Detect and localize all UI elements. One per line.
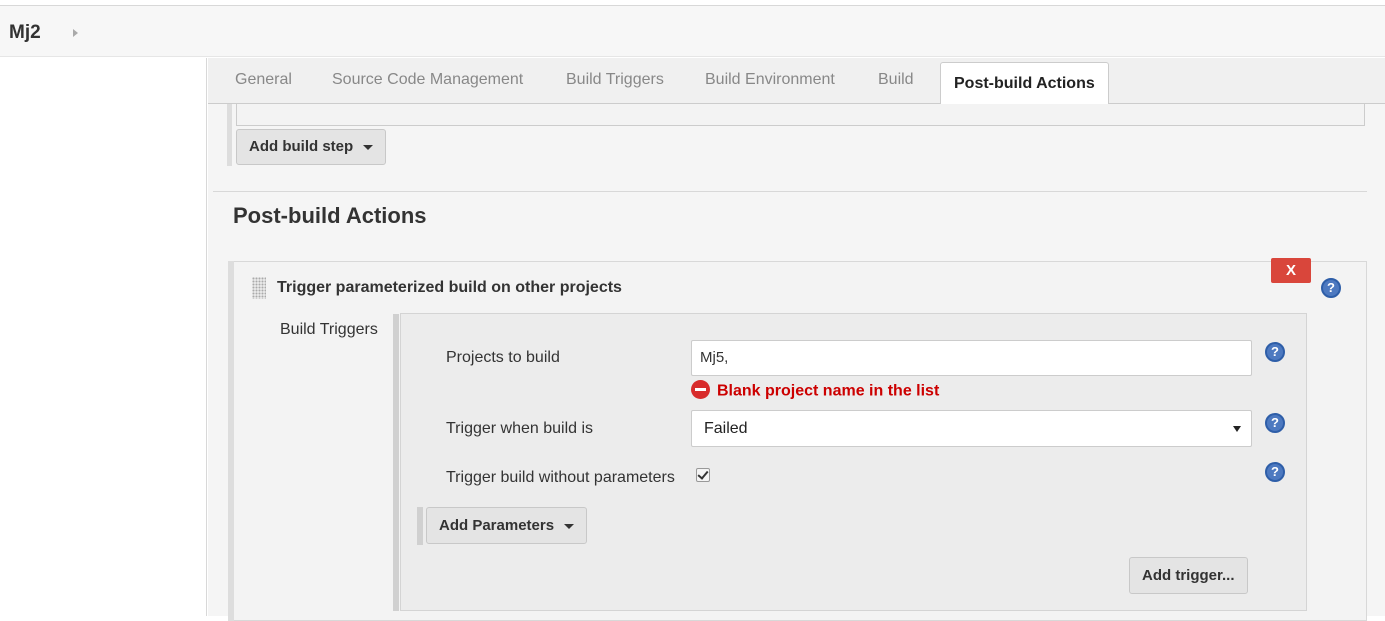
tab-build[interactable]: Build <box>878 71 914 89</box>
tab-build-triggers[interactable]: Build Triggers <box>566 71 664 89</box>
caret-down-icon <box>564 523 575 529</box>
add-build-step-button[interactable]: Add build step <box>236 129 387 165</box>
trigger-without-params-checkbox[interactable] <box>696 468 710 482</box>
build-triggers-label: Build Triggers <box>280 321 378 338</box>
help-icon[interactable]: ? <box>1265 462 1285 482</box>
projects-to-build-input[interactable]: Mj5, <box>691 340 1252 376</box>
help-icon[interactable]: ? <box>1265 413 1285 433</box>
help-icon[interactable]: ? <box>1265 342 1285 362</box>
add-parameters-button[interactable]: Add Parameters <box>426 507 588 544</box>
tab-build-environment[interactable]: Build Environment <box>705 71 835 89</box>
side-panel <box>0 58 207 616</box>
breadcrumb: Mj2 <box>0 6 1385 57</box>
drag-handle-icon[interactable] <box>252 277 266 299</box>
trigger-without-params-label: Trigger build without parameters <box>446 469 675 486</box>
add-trigger-button[interactable]: Add trigger... <box>1129 557 1248 594</box>
post-build-action-title: Trigger parameterized build on other pro… <box>277 279 622 296</box>
error-icon <box>691 380 710 399</box>
trigger-when-label: Trigger when build is <box>446 420 594 437</box>
tab-post-build-actions[interactable]: Post-build Actions <box>940 62 1109 105</box>
config-main: General Source Code Management Build Tri… <box>208 58 1385 621</box>
validation-error: Blank project name in the list <box>691 380 940 401</box>
build-step-container <box>236 104 1365 126</box>
parameters-accent <box>417 507 423 545</box>
caret-down-icon <box>363 144 374 150</box>
config-tabbar: General Source Code Management Build Tri… <box>208 58 1385 105</box>
breadcrumb-job-link[interactable]: Mj2 <box>9 22 41 44</box>
section-title-post-build: Post-build Actions <box>233 203 427 228</box>
error-message: Blank project name in the list <box>717 382 940 400</box>
trigger-when-value: Failed <box>704 420 748 437</box>
tab-source-code-management[interactable]: Source Code Management <box>332 71 523 89</box>
section-divider <box>213 191 1367 192</box>
select-arrow-icon <box>1233 426 1241 432</box>
panel-accent <box>228 261 234 621</box>
tab-general[interactable]: General <box>235 71 292 89</box>
breadcrumb-arrow-icon[interactable] <box>73 29 78 37</box>
section-accent <box>227 104 232 166</box>
projects-to-build-label: Projects to build <box>446 349 560 366</box>
trigger-when-select[interactable]: Failed <box>691 410 1252 447</box>
add-parameters-label: Add Parameters <box>439 517 555 534</box>
triggers-accent <box>393 314 399 611</box>
delete-action-button[interactable]: X <box>1271 258 1311 283</box>
help-icon[interactable]: ? <box>1321 278 1341 298</box>
add-build-step-label: Add build step <box>249 138 354 155</box>
